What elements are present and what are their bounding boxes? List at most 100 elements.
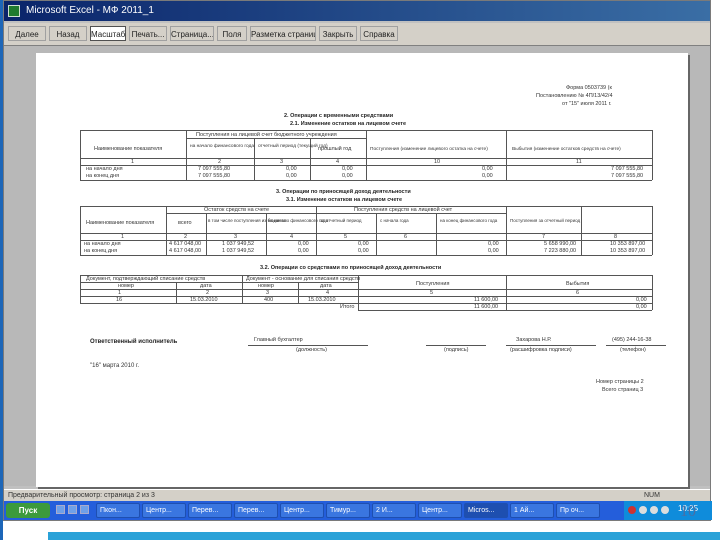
task-button[interactable]: Перев... [188,503,232,518]
section2-title: 3. Операции по приносящей доход деятельн… [276,189,411,195]
col-number: 2 [184,234,188,240]
section3-col-d: Выбытия [566,281,590,287]
table-cell: на конец дня [84,248,118,254]
table-cell: 0,00 [286,173,297,179]
table-cell: на конец дня [86,173,120,179]
section3-sub: дата [200,283,212,289]
previous-button[interactable]: Назад [49,26,87,41]
col-number: 5 [344,234,348,240]
task-button[interactable]: Тимур... [326,503,370,518]
table-cell: 7 097 555,80 [611,173,644,179]
table-cell: 10 353 897,00 [610,248,646,254]
col-number: 1 [121,234,125,240]
table-cell: 4 617 048,00 [169,248,202,254]
col-number: 1 [118,290,122,296]
ie-icon[interactable] [80,505,89,514]
col-number: 8 [614,234,618,240]
section3-title: 3.2. Операции со средствами по приносяще… [260,265,442,271]
margins-button[interactable]: Поля [217,26,247,41]
task-button[interactable]: 2 И... [372,503,416,518]
help-button[interactable]: Справка [360,26,398,41]
caption-sign: (подпись) [444,347,469,353]
excel-app-icon [8,5,20,17]
task-button[interactable]: Центр... [142,503,186,518]
table-cell: 0,00 [488,241,499,247]
col-number: 4 [290,234,294,240]
col-number: 2 [218,159,222,165]
section1-title: 2. Операции с временными средствами [284,113,394,119]
task-button[interactable]: 1 Ай... [510,503,554,518]
next-button[interactable]: Далее [8,26,46,41]
table-cell: 0,00 [358,241,369,247]
slide-number: 10 [680,503,696,520]
table-cell: 0,00 [286,166,297,172]
caption-role: (должность) [296,347,327,353]
table-cell: 7 223 880,00 [544,248,577,254]
section1-col-c: прошлый год [318,146,352,152]
col-number: 5 [430,290,434,296]
task-button[interactable]: Центр... [418,503,462,518]
form-header-line: Постановлению № 4П/13/42/4 [536,93,613,99]
section3-sub: дата [320,283,332,289]
table-cell: 0,00 [482,166,493,172]
total-pages-stamp: Всего страниц 3 [602,387,644,393]
system-tray: 10:25 [624,501,712,520]
section2-group-left: Остаток средств на счете [204,207,270,213]
table-cell: 0,00 [636,297,647,303]
page-break-preview-button[interactable]: Разметка страницы [250,26,316,41]
task-button[interactable]: Центр... [280,503,324,518]
form-header-line: от "15" июля 2011 г. [562,101,612,107]
table-cell: 7 097 555,80 [198,166,231,172]
col-number: 11 [576,159,582,165]
col-number: 10 [434,159,441,165]
task-button[interactable]: Пр оч... [556,503,600,518]
col-number: 4 [326,290,330,296]
slide-bottom-strip [48,532,720,540]
col-number: 6 [576,290,580,296]
start-button[interactable]: Пуск [6,503,50,518]
caption-name: (расшифровка подписи) [510,347,572,353]
table-cell: на начало дня [86,166,123,172]
col-number: 7 [542,234,546,240]
col-number: 4 [336,159,340,165]
table-cell: 11 600,00 [474,297,499,303]
print-preview-toolbar: Далее Назад Масштаб Печать... Страница..… [4,23,710,46]
tray-icon[interactable] [650,506,658,514]
zoom-button[interactable]: Масштаб [90,26,126,41]
table-cell: 0,00 [358,248,369,254]
table-cell: 5 658 990,00 [544,241,577,247]
col-number: 3 [266,290,270,296]
tray-icon[interactable] [639,506,647,514]
col-number: 1 [131,159,135,165]
caption-phone: (телефон) [620,347,646,353]
task-button-excel-active[interactable]: Micros... [464,503,508,518]
excel-window: Microsoft Excel - МФ 2011_1 Далее Назад … [3,0,712,521]
responsible-label: Ответственный исполнитель [90,339,178,345]
tray-icon[interactable] [628,506,636,514]
signature-date: "16" марта 2010 г. [90,363,140,369]
taskbar: Пуск Пкон... Центр... Перев... Перев... … [4,501,712,520]
section1-col-name: Наименование показателя [94,146,163,152]
explorer-icon[interactable] [68,505,77,514]
desktop-icon[interactable] [56,505,65,514]
table-cell: 4 617 048,00 [169,241,202,247]
section3-col-b: Документ - основание для списания средст… [246,276,361,282]
section2-col: на конец финансового года [440,218,498,223]
section2-col: всего [178,220,192,226]
table-cell: 0,00 [298,241,309,247]
preview-page[interactable]: Форма 0503739 (к Постановлению № 4П/13/4… [36,53,688,487]
task-button[interactable]: Перев... [234,503,278,518]
section3-sub: номер [118,283,134,289]
page-setup-button[interactable]: Страница... [170,26,214,41]
title-bar: Microsoft Excel - МФ 2011_1 [4,1,710,21]
signer-name: Захарова Н.Р. [516,337,552,343]
section2-group-right: Поступления средств на лицевой счет [354,207,453,213]
col-number: 3 [234,234,238,240]
section3-col-a: Документ, подтверждающий списание средст… [86,276,206,282]
task-button[interactable]: Пкон... [96,503,140,518]
table-cell: 0,00 [298,248,309,254]
table-cell: 1 037 949,52 [222,241,255,247]
tray-icon[interactable] [661,506,669,514]
print-button[interactable]: Печать... [129,26,167,41]
close-button[interactable]: Закрыть [319,26,357,41]
